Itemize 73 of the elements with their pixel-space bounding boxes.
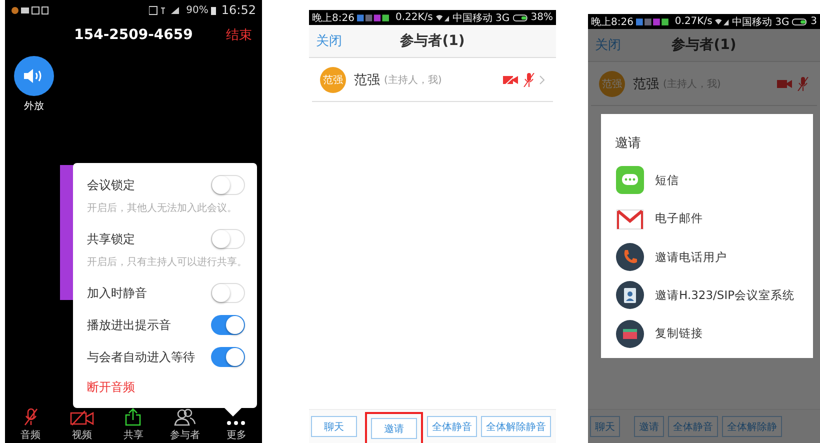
invite-option[interactable]: 复制链接	[655, 326, 703, 342]
carrier: 中国移动 3G	[452, 12, 510, 24]
toggle-switch[interactable]	[211, 347, 245, 367]
dialog-title: 邀请	[615, 135, 642, 152]
battery-icon	[792, 18, 808, 26]
menu-hint: 开启后，只有主持人可以进行共享。	[87, 256, 245, 269]
bottom-button[interactable]: 邀请	[634, 416, 664, 437]
toolbar-label: 更多	[226, 429, 246, 442]
bottom-button[interactable]: 全体解除静音	[481, 416, 551, 437]
notification-icons	[357, 14, 390, 22]
toggle-switch[interactable]	[211, 175, 245, 195]
invite-option[interactable]: 邀请H.323/SIP会议室系统	[655, 288, 795, 303]
disconnect-audio-button[interactable]: 断开音频	[87, 379, 245, 396]
avatar: 范强	[320, 66, 346, 92]
share-icon[interactable]	[124, 408, 142, 426]
speaker-button[interactable]	[14, 56, 54, 96]
battery-icon	[211, 6, 216, 14]
phone-icon[interactable]	[615, 242, 645, 272]
people-icon[interactable]	[174, 408, 196, 426]
participant-name: 范强	[354, 72, 380, 88]
bottom-button[interactable]: 聊天	[311, 416, 357, 437]
end-button[interactable]: 结束	[226, 26, 252, 44]
battery-percent: 3	[810, 16, 817, 27]
camera-off-icon[interactable]	[70, 410, 94, 426]
participant-name: 范强	[633, 76, 659, 92]
network-speed: 0.27K/s	[674, 16, 712, 27]
notification-icons	[636, 18, 669, 26]
battery-percent: 90%	[186, 4, 208, 16]
menu-label: 与会者自动进入等待	[87, 348, 195, 366]
bottom-button[interactable]: 全体静音	[427, 416, 477, 437]
menu-label: 会议锁定	[87, 176, 135, 194]
invite-option[interactable]: 邀请电话用户	[655, 250, 727, 265]
toggle-switch[interactable]	[211, 229, 245, 249]
avatar: 范强	[599, 70, 625, 96]
toolbar-label: 音频	[20, 428, 41, 442]
signal-icon	[715, 18, 729, 26]
participant-row[interactable]: 范强 范强 (主持人，我)	[312, 58, 553, 102]
menu-label: 共享锁定	[87, 230, 135, 248]
bottom-button[interactable]: 聊天	[590, 416, 620, 437]
bottom-button[interactable]: 邀请	[371, 418, 417, 439]
invite-option[interactable]: 短信	[655, 172, 679, 188]
menu-label: 加入时静音	[87, 284, 147, 302]
toggle-switch[interactable]	[211, 283, 245, 303]
menu-hint: 开启后，其他人无法加入此会议。	[87, 202, 238, 215]
close-button[interactable]: 关闭	[595, 36, 621, 54]
badge-icon[interactable]	[615, 280, 645, 310]
close-button[interactable]: 关闭	[316, 32, 342, 50]
participant-role: (主持人，我)	[384, 74, 442, 86]
screen-title: 参与者(1)	[672, 36, 736, 54]
battery-percent: 38%	[530, 12, 553, 23]
bottom-button[interactable]: 全体静音	[668, 416, 718, 437]
battery-icon	[512, 14, 528, 22]
clock: 16:52	[221, 3, 256, 17]
network-speed: 0.22K/s	[395, 12, 433, 23]
status-icons	[11, 6, 51, 14]
toolbar-label: 参与者	[170, 428, 200, 442]
signal-icon	[436, 14, 450, 22]
meeting-number: 154-2509-4659	[74, 27, 193, 43]
card-icon[interactable]	[615, 318, 645, 349]
chevron-icon	[539, 74, 545, 84]
speaker-label: 外放	[24, 100, 44, 113]
toolbar-label: 视频	[72, 428, 92, 442]
more-icon[interactable]	[226, 420, 246, 426]
screen-title: 参与者(1)	[400, 32, 465, 50]
menu-label: 播放进出提示音	[87, 316, 171, 334]
carrier: 中国移动 3G	[732, 16, 790, 28]
toolbar-label: 共享	[123, 428, 144, 442]
clock: 晚上8:26	[312, 12, 354, 24]
toggle-switch[interactable]	[211, 315, 245, 335]
bottom-button[interactable]: 全体解除静	[722, 416, 782, 437]
clock: 晚上8:26	[591, 16, 634, 28]
invite-option[interactable]: 电子邮件	[655, 211, 703, 226]
mic-muted-icon[interactable]	[22, 408, 39, 426]
